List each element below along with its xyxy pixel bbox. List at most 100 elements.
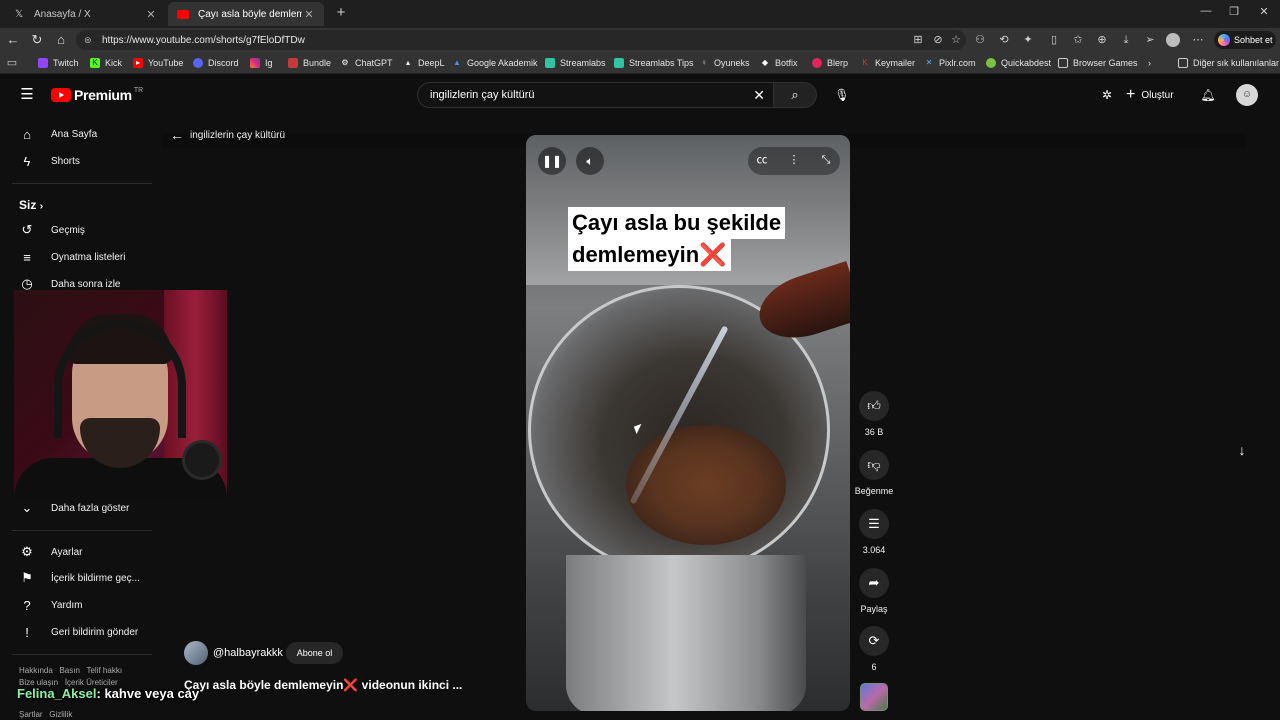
extension-icon[interactable]: ⟲ <box>996 32 1012 48</box>
profile-icon[interactable] <box>1166 33 1180 47</box>
comments-button[interactable]: ☰ 3.064 <box>852 509 896 555</box>
channel-avatar[interactable] <box>184 641 208 665</box>
install-app-icon[interactable]: ⊞ <box>910 32 926 48</box>
footer-link-terms[interactable]: Şartlar <box>19 710 43 719</box>
shorts-video-player[interactable]: ❚❚ 🔈︎ ㏄ ⋮ ⤡ Çayı asla bu şekilde demleme… <box>526 135 850 711</box>
tab-x-home[interactable]: 𝕏 Anasayfa / X ✕ <box>4 2 166 26</box>
chatgpt-icon: ⚙ <box>341 58 349 67</box>
show-more-button[interactable]: ⌄ Daha fazla göster <box>0 495 156 521</box>
sidebar-item-home[interactable]: ⌂ Ana Sayfa <box>0 121 156 147</box>
like-button[interactable]: 👍︎ 36 B <box>852 391 896 437</box>
sidebar-item-report-history[interactable]: ⚑ İçerik bildirme geç... <box>0 565 156 591</box>
bookmark-deepl[interactable]: ▴ DeepL <box>403 56 445 70</box>
next-short-arrow-icon[interactable]: ↓ <box>1232 442 1252 462</box>
bookmark-chatgpt[interactable]: ⚙ ChatGPT <box>340 56 392 70</box>
favorite-star-icon[interactable]: ☆ <box>948 32 964 48</box>
bookmark-kick[interactable]: K Kick <box>90 56 122 70</box>
search-button[interactable]: ⌕ <box>774 82 817 108</box>
sidebar-item-feedback[interactable]: ! Geri bildirim gönder <box>0 619 156 645</box>
dislike-button[interactable]: 👎︎ Beğenme <box>852 450 896 496</box>
you-section-header[interactable]: Siz › <box>19 198 43 212</box>
bookmark-browser-games[interactable]: Browser Games <box>1058 56 1138 70</box>
sidebar-item-settings[interactable]: ⚙ Ayarlar <box>0 539 156 565</box>
subscribe-button[interactable]: Abone ol <box>286 642 343 664</box>
footer-link-copyright[interactable]: Telif hakkı <box>86 666 122 675</box>
extension-gamepad-icon[interactable]: ⚇ <box>972 32 988 48</box>
share-button[interactable]: ➦ Paylaş <box>852 568 896 614</box>
extensions-puzzle-icon[interactable]: ✦ <box>1020 32 1036 48</box>
bookmark-google-scholar[interactable]: ▲ Google Akademik <box>452 56 538 70</box>
bookmark-ig[interactable]: Ig <box>250 56 273 70</box>
scholar-icon: ▲ <box>453 58 461 67</box>
bookmark-blerp[interactable]: Blerp <box>812 56 848 70</box>
reload-icon[interactable]: ↻ <box>28 31 46 49</box>
bookmark-keymailer[interactable]: K Keymailer <box>860 56 915 70</box>
downloads-icon[interactable]: ⤓ <box>1118 32 1134 48</box>
sidebar-item-playlists[interactable]: ≡ Oynatma listeleri <box>0 244 156 270</box>
youtube-icon: ▸ <box>133 58 143 68</box>
footer-link-about[interactable]: Hakkında <box>19 666 53 675</box>
volume-icon[interactable]: 🔈︎ <box>576 147 604 175</box>
footer-link-privacy[interactable]: Gizlilik <box>49 710 72 719</box>
new-tab-button[interactable]: + <box>332 4 350 22</box>
tab-youtube-shorts[interactable]: Çayı asla böyle demlemeyin❌ ✕ <box>168 2 324 26</box>
sidebar-item-shorts[interactable]: ϟ Shorts <box>0 148 156 174</box>
other-bookmarks[interactable]: Diğer sık kullanılanlar <box>1178 56 1279 70</box>
more-options-icon[interactable]: ⋮ <box>783 149 805 171</box>
bookmarks-overflow-icon[interactable]: › <box>1148 56 1151 70</box>
bookmark-streamlabs[interactable]: Streamlabs <box>545 56 606 70</box>
fullscreen-icon[interactable]: ⤡ <box>815 149 837 171</box>
remix-button[interactable]: ⟳ 6 <box>852 626 896 672</box>
bookmark-botfix[interactable]: ◆ Botfix <box>760 56 798 70</box>
home-icon[interactable]: ⌂ <box>52 31 70 49</box>
comment-icon: ☰ <box>859 509 889 539</box>
sidebar-item-history[interactable]: ↺ Geçmiş <box>0 217 156 243</box>
deepl-icon: ▴ <box>405 58 410 67</box>
create-button[interactable]: + Oluştur <box>1126 85 1174 105</box>
bookmark-discord[interactable]: Discord <box>193 56 239 70</box>
site-info-icon[interactable]: ⊜ <box>84 35 96 46</box>
keymailer-icon: K <box>862 58 868 67</box>
voice-search-icon[interactable]: 🎙 <box>829 82 855 108</box>
notifications-bell-icon[interactable]: 🔔︎ <box>1198 86 1218 104</box>
copilot-button[interactable]: Sohbet et <box>1214 31 1276 49</box>
more-menu-icon[interactable]: ⋯ <box>1190 32 1206 48</box>
reading-list-icon[interactable]: ▭ <box>4 55 20 71</box>
bookmark-pixlr[interactable]: ✕ Pixlr.com <box>924 56 976 70</box>
bookmark-youtube[interactable]: ▸ YouTube <box>133 56 183 70</box>
clear-search-icon[interactable]: ✕ <box>753 87 765 104</box>
split-screen-icon[interactable]: ▯ <box>1046 32 1062 48</box>
close-tab-icon[interactable]: ✕ <box>302 8 316 21</box>
minimize-icon[interactable]: — <box>1196 5 1216 23</box>
url-field[interactable]: ⊜ https://www.youtube.com/shorts/g7fEloD… <box>76 30 966 50</box>
account-avatar[interactable]: ☺ <box>1236 84 1258 106</box>
bookmark-bundle[interactable]: Bundle <box>288 56 331 70</box>
sound-thumbnail[interactable] <box>860 683 888 711</box>
collections-icon[interactable]: ⊕ <box>1094 32 1110 48</box>
youtube-premium-logo[interactable]: Premium TR <box>51 86 143 104</box>
favorites-icon[interactable]: ✩ <box>1070 32 1086 48</box>
close-tab-icon[interactable]: ✕ <box>144 8 158 21</box>
footer-link-press[interactable]: Basın <box>59 666 79 675</box>
footer-links-row3: Şartlar Gizlilik <box>19 710 72 719</box>
back-icon[interactable]: ← <box>4 31 22 49</box>
tracking-icon[interactable]: ⊘ <box>930 32 946 48</box>
bookmark-oyuneks[interactable]: ♀ Oyuneks <box>699 56 750 70</box>
bookmark-twitch[interactable]: Twitch <box>38 56 79 70</box>
captions-icon[interactable]: ㏄ <box>751 149 773 171</box>
restore-icon[interactable]: ❐ <box>1224 5 1244 23</box>
caption-line-2: demlemeyin❌ <box>568 239 731 271</box>
menu-icon[interactable]: ☰ <box>18 86 36 104</box>
copilot-label: Sohbet et <box>1234 35 1273 45</box>
search-input[interactable]: ingilizlerin çay kültürü ✕ <box>417 82 774 108</box>
pause-icon[interactable]: ❚❚ <box>538 147 566 175</box>
share-icon[interactable]: ➢ <box>1142 32 1158 48</box>
bookmark-quickabdest[interactable]: Quickabdest <box>986 56 1051 70</box>
back-to-search[interactable]: ← ingilizlerin çay kültürü <box>170 127 285 143</box>
create-sparkle-icon[interactable]: ✲ <box>1098 86 1116 104</box>
channel-name[interactable]: @halbayrakkk <box>213 647 283 659</box>
close-window-icon[interactable]: ✕ <box>1254 5 1274 23</box>
sidebar-item-help[interactable]: ? Yardım <box>0 592 156 618</box>
video-title[interactable]: Çayı asla böyle demlemeyin❌ videonun iki… <box>184 678 462 692</box>
bookmark-streamlabs-tips[interactable]: Streamlabs Tips <box>614 56 694 70</box>
